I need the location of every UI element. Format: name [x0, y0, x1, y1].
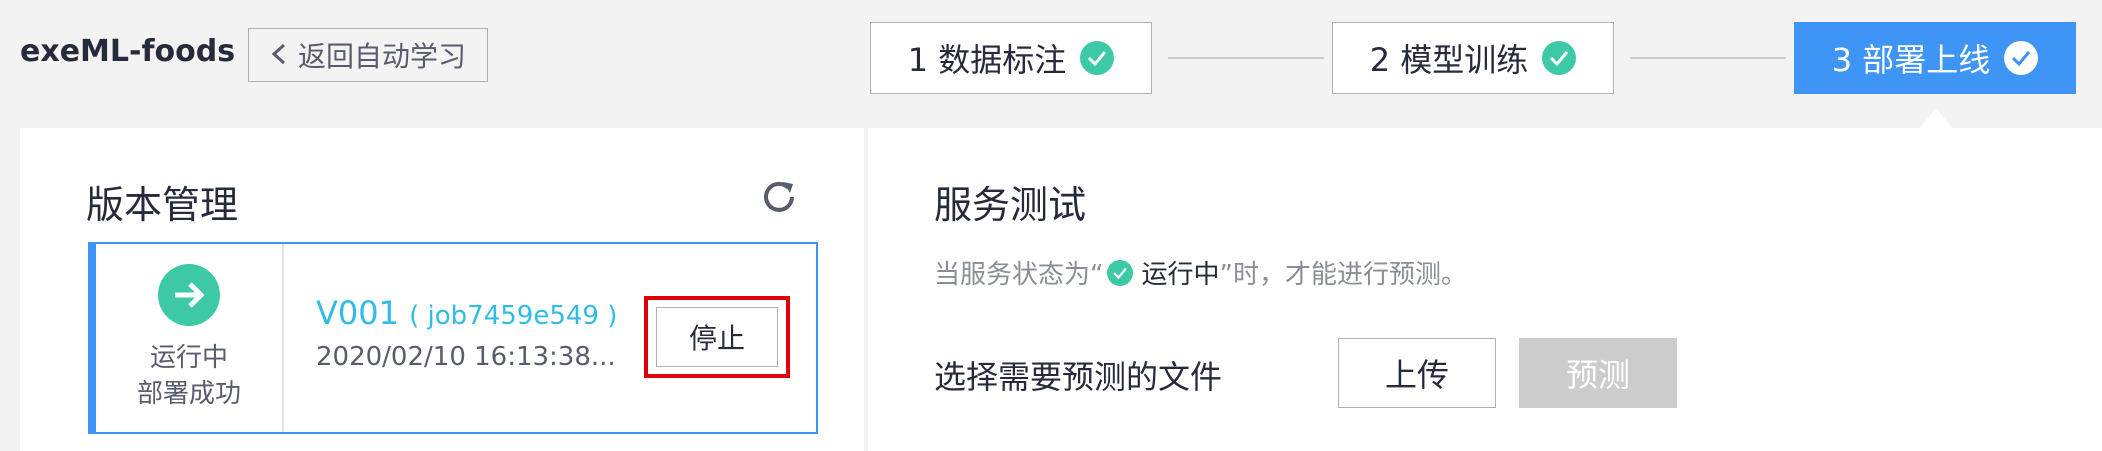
app-title: exeML-foods	[20, 34, 236, 69]
prediction-hint: 当服务状态为“ 运行中 ”时，才能进行预测。	[934, 254, 1467, 291]
step-model-training[interactable]: 2 模型训练	[1332, 22, 1614, 94]
version-name[interactable]: V001 ( job7459e549 )	[316, 294, 617, 332]
back-button-label: 返回自动学习	[297, 40, 466, 73]
step-label: 3 部署上线	[1831, 41, 1991, 79]
stop-button-highlight: 停止	[644, 296, 790, 378]
service-test-panel: 服务测试 当服务状态为“ 运行中 ”时，才能进行预测。 选择需要预测的文件 上传…	[868, 128, 2102, 451]
version-card[interactable]: 运行中 部署成功 V001 ( job7459e549 ) 2020/02/10…	[88, 242, 818, 434]
check-circle-icon	[1107, 259, 1134, 286]
step-connector	[1168, 57, 1324, 59]
status-deployed-text: 部署成功	[136, 379, 241, 409]
version-timestamp: 2020/02/10 16:13:38...	[316, 342, 616, 372]
job-id: ( job7459e549 )	[409, 301, 618, 331]
active-step-pointer	[1920, 108, 1952, 128]
hint-prefix: 当服务状态为“	[934, 260, 1104, 290]
chevron-left-icon	[270, 39, 288, 72]
deploy-status: 运行中 部署成功	[96, 244, 284, 432]
predict-button[interactable]: 预测	[1519, 338, 1677, 408]
check-circle-icon	[1080, 41, 1115, 75]
check-circle-icon	[2004, 41, 2039, 75]
refresh-icon[interactable]	[758, 176, 800, 218]
version-info: V001 ( job7459e549 ) 2020/02/10 16:13:38…	[316, 294, 617, 372]
version-management-panel: 版本管理 运行中 部署成功 V001 ( job7459e549 ) 2020/…	[20, 128, 864, 451]
back-to-automl-button[interactable]: 返回自动学习	[248, 28, 488, 82]
stop-button[interactable]: 停止	[656, 307, 778, 367]
arrow-right-circle-icon	[158, 264, 220, 326]
check-circle-icon	[1542, 41, 1577, 75]
step-deploy-online[interactable]: 3 部署上线	[1794, 22, 2076, 94]
version-number: V001	[316, 294, 399, 332]
version-management-title: 版本管理	[86, 183, 239, 227]
hint-status: 运行中	[1141, 260, 1220, 290]
step-label: 1 数据标注	[907, 41, 1067, 79]
service-test-title: 服务测试	[934, 183, 1087, 227]
status-running-text: 运行中	[149, 343, 228, 373]
select-file-label: 选择需要预测的文件	[934, 358, 1223, 396]
hint-suffix: ”时，才能进行预测。	[1219, 260, 1467, 290]
step-data-labeling[interactable]: 1 数据标注	[870, 22, 1152, 94]
step-label: 2 模型训练	[1369, 41, 1529, 79]
upload-button[interactable]: 上传	[1338, 338, 1496, 408]
step-connector	[1630, 57, 1786, 59]
